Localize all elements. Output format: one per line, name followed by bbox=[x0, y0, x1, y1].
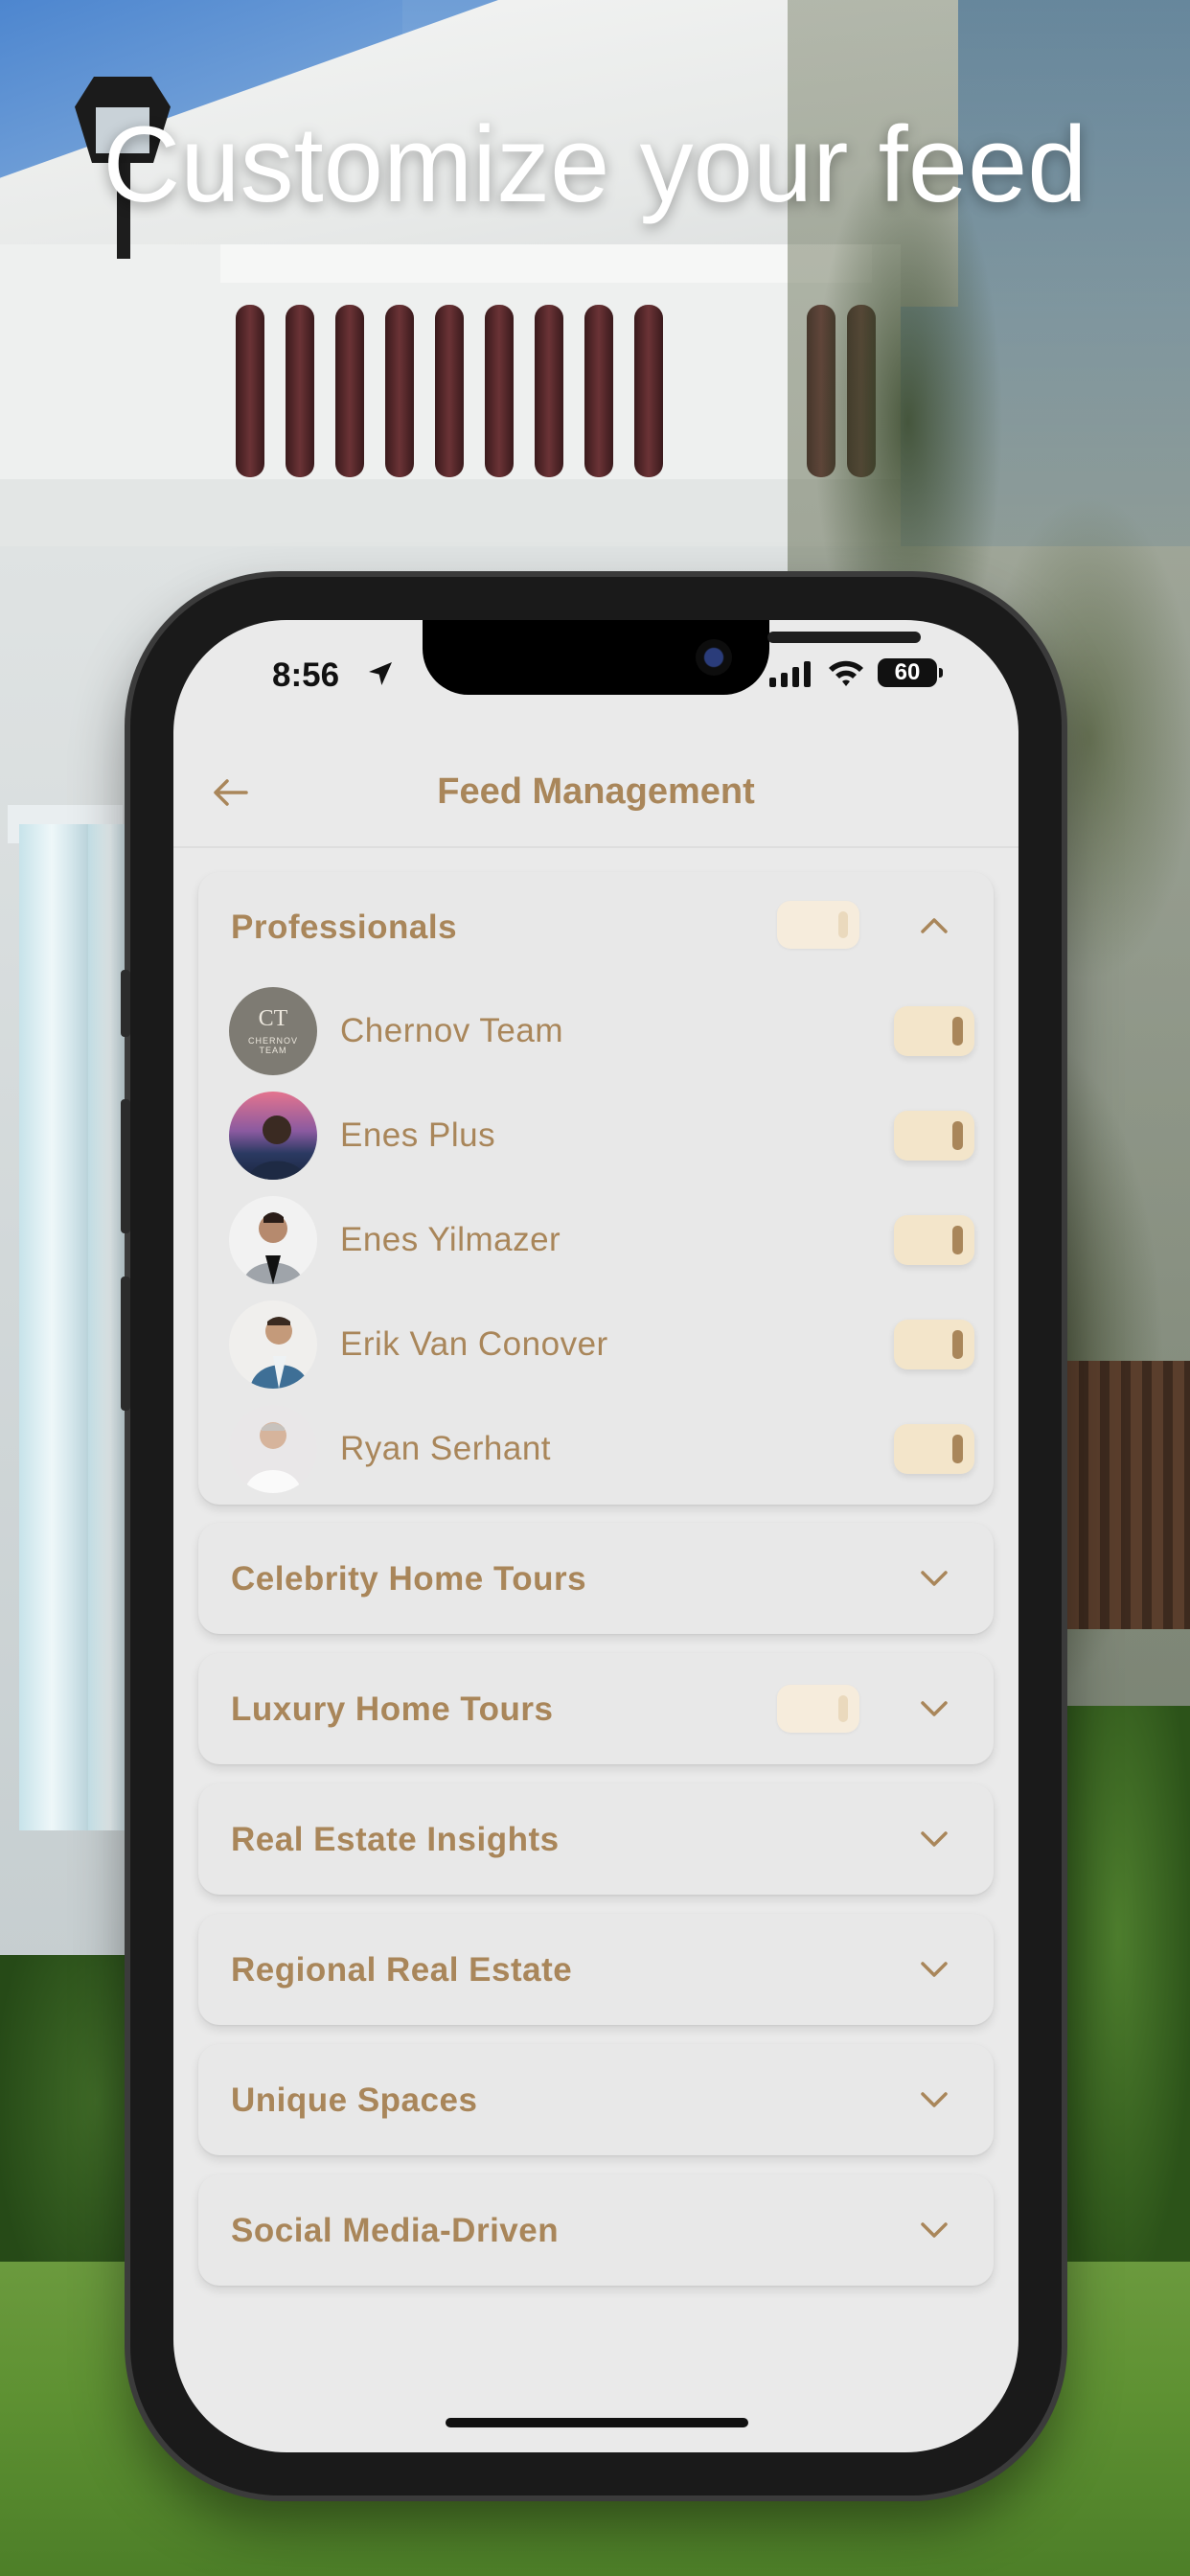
person-silhouette-icon bbox=[242, 1212, 304, 1284]
chevron-down-icon bbox=[921, 1831, 948, 1847]
balcony-base bbox=[0, 479, 901, 546]
battery-indicator: 60 bbox=[878, 658, 943, 687]
professional-name: Chernov Team bbox=[340, 1012, 563, 1049]
hedge bbox=[1046, 1706, 1190, 2281]
baluster bbox=[535, 305, 563, 477]
category-title: Regional Real Estate bbox=[231, 1951, 573, 1989]
category-title: Luxury Home Tours bbox=[231, 1690, 554, 1728]
expand-button[interactable] bbox=[907, 1943, 961, 1996]
professional-row-enes-plus: Enes Plus bbox=[198, 1088, 994, 1184]
volume-up-button bbox=[121, 1099, 130, 1233]
toggle-knob bbox=[838, 1695, 848, 1722]
follow-toggle[interactable] bbox=[894, 1215, 974, 1265]
phone-frame: 8:56 60 Feed Management Professionals CT… bbox=[121, 577, 1062, 2496]
professional-name: Enes Yilmazer bbox=[340, 1221, 561, 1258]
toggle-knob bbox=[952, 1121, 963, 1150]
person-silhouette-icon bbox=[250, 1317, 309, 1389]
category-card-regional-real-estate[interactable]: Regional Real Estate bbox=[198, 1914, 994, 2025]
toggle-knob bbox=[952, 1017, 963, 1046]
home-indicator[interactable] bbox=[446, 2418, 748, 2427]
chevron-down-icon bbox=[921, 2092, 948, 2107]
notch bbox=[423, 620, 921, 695]
balcony-rail bbox=[220, 244, 872, 283]
avatar-ryan-serhant bbox=[229, 1405, 317, 1493]
category-title: Unique Spaces bbox=[231, 2082, 478, 2119]
volume-down-button bbox=[121, 1276, 130, 1411]
category-title: Real Estate Insights bbox=[231, 1821, 560, 1858]
expand-button[interactable] bbox=[907, 2073, 961, 2127]
header-divider bbox=[173, 846, 1018, 848]
baluster bbox=[286, 305, 314, 477]
follow-toggle[interactable] bbox=[894, 1111, 974, 1161]
baluster bbox=[335, 305, 364, 477]
front-camera bbox=[696, 639, 732, 676]
baluster bbox=[485, 305, 514, 477]
column bbox=[19, 824, 91, 1830]
avatar-monogram: CT bbox=[258, 1006, 288, 1031]
toggle-knob bbox=[952, 1435, 963, 1463]
category-card-celebrity-home-tours[interactable]: Celebrity Home Tours bbox=[198, 1523, 994, 1634]
expand-button[interactable] bbox=[907, 1552, 961, 1605]
category-card-luxury-home-tours[interactable]: Luxury Home Tours bbox=[198, 1653, 994, 1764]
professional-row-enes-yilmazer: Enes Yilmazer bbox=[198, 1192, 994, 1288]
baluster bbox=[435, 305, 464, 477]
expand-button[interactable] bbox=[907, 1812, 961, 1866]
avatar-enes-plus bbox=[229, 1092, 317, 1180]
location-arrow-icon bbox=[369, 662, 392, 685]
chevron-down-icon bbox=[921, 1571, 948, 1586]
professional-name: Enes Plus bbox=[340, 1116, 496, 1154]
follow-toggle[interactable] bbox=[894, 1006, 974, 1056]
baluster bbox=[385, 305, 414, 477]
baluster bbox=[584, 305, 613, 477]
professional-row-chernov-team: CT CHERNOV TEAM Chernov Team bbox=[198, 983, 994, 1079]
chevron-down-icon bbox=[921, 2222, 948, 2238]
chevron-down-icon bbox=[921, 1701, 948, 1716]
professional-row-ryan-serhant: Ryan Serhant bbox=[198, 1401, 994, 1497]
follow-toggle[interactable] bbox=[894, 1424, 974, 1474]
professional-name: Ryan Serhant bbox=[340, 1430, 552, 1467]
follow-toggle[interactable] bbox=[894, 1320, 974, 1369]
baluster bbox=[634, 305, 663, 477]
avatar-enes-yilmazer bbox=[229, 1196, 317, 1284]
category-title[interactable]: Professionals bbox=[231, 908, 457, 947]
status-time: 8:56 bbox=[272, 656, 340, 694]
collapse-button[interactable] bbox=[907, 899, 961, 953]
professional-name: Erik Van Conover bbox=[340, 1325, 608, 1363]
toggle-knob bbox=[952, 1330, 963, 1359]
avatar-caption: CHERNOV TEAM bbox=[247, 1036, 298, 1055]
category-card-real-estate-insights[interactable]: Real Estate Insights bbox=[198, 1783, 994, 1895]
person-silhouette-icon bbox=[244, 1422, 302, 1493]
app-screen: 8:56 60 Feed Management Professionals CT… bbox=[173, 620, 1018, 2452]
page-title: Feed Management bbox=[437, 771, 755, 812]
professional-row-erik-van-conover: Erik Van Conover bbox=[198, 1297, 994, 1392]
baluster bbox=[236, 305, 264, 477]
toggle-knob bbox=[838, 911, 848, 938]
chevron-up-icon bbox=[921, 918, 948, 933]
speaker bbox=[767, 632, 921, 643]
chevron-down-icon bbox=[921, 1962, 948, 1977]
expand-button[interactable] bbox=[907, 2203, 961, 2257]
category-card-social-media-driven[interactable]: Social Media-Driven bbox=[198, 2174, 994, 2286]
category-toggle-luxury-home-tours[interactable] bbox=[777, 1685, 859, 1733]
avatar-chernov-team: CT CHERNOV TEAM bbox=[229, 987, 317, 1075]
category-title: Social Media-Driven bbox=[231, 2212, 560, 2249]
category-toggle-professionals[interactable] bbox=[777, 901, 859, 949]
cellular-signal-icon bbox=[769, 661, 811, 687]
mute-switch bbox=[121, 970, 130, 1037]
person-silhouette-icon bbox=[248, 1116, 306, 1180]
wifi-icon bbox=[829, 660, 863, 686]
category-title: Celebrity Home Tours bbox=[231, 1560, 587, 1598]
expand-button[interactable] bbox=[907, 1682, 961, 1736]
category-card-unique-spaces[interactable]: Unique Spaces bbox=[198, 2044, 994, 2155]
category-card-professionals: Professionals CT CHERNOV TEAM Chernov Te… bbox=[198, 872, 994, 1505]
headline: Customize your feed bbox=[103, 104, 1087, 224]
toggle-knob bbox=[952, 1226, 963, 1254]
avatar-erik-van-conover bbox=[229, 1300, 317, 1389]
